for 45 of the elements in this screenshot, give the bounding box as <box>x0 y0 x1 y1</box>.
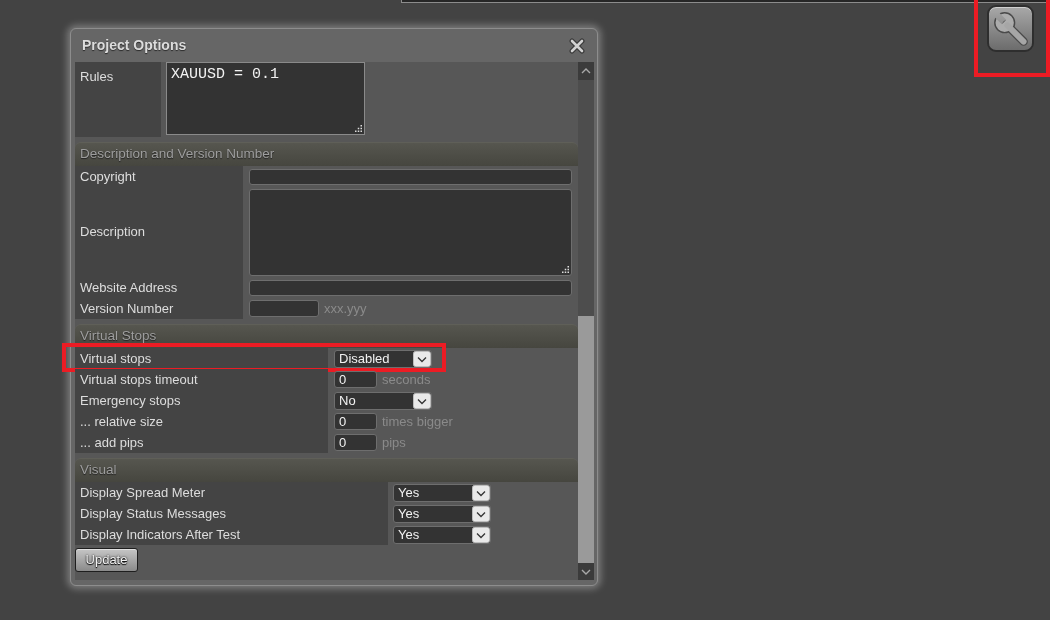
wrench-icon <box>992 10 1029 47</box>
field-label: Virtual stops timeout <box>75 369 328 390</box>
chevron-down-icon <box>413 350 431 367</box>
text-field[interactable] <box>249 279 572 296</box>
section-header: Description and Version Number <box>75 142 578 166</box>
dialog-title: Project Options <box>82 36 187 55</box>
field-label: Rules <box>75 62 161 137</box>
section-header: Visual <box>75 458 578 482</box>
chevron-down-icon <box>472 526 490 543</box>
dropdown[interactable]: Disabled <box>334 349 432 368</box>
number-field[interactable]: 0 <box>334 413 377 430</box>
scrollbar-thumb[interactable] <box>578 316 594 563</box>
number-field[interactable]: 0 <box>334 371 377 388</box>
scroll-up-button[interactable] <box>578 62 594 80</box>
chevron-down-icon <box>472 484 490 501</box>
scroll-down-button[interactable] <box>578 563 594 580</box>
field-label: Copyright <box>75 166 243 187</box>
wrench-button[interactable] <box>987 5 1034 52</box>
field-label: Description <box>75 187 243 277</box>
dropdown[interactable]: Yes <box>393 525 491 544</box>
number-field[interactable]: 0 <box>334 434 377 451</box>
field-label: Display Indicators After Test <box>75 524 388 545</box>
field-label: Version Number <box>75 298 243 319</box>
field-label: ... relative size <box>75 411 328 432</box>
field-label: Emergency stops <box>75 390 328 411</box>
field-label: Virtual stops <box>75 348 328 369</box>
field-label: Display Spread Meter <box>75 482 388 503</box>
text-field[interactable] <box>249 168 572 185</box>
close-button[interactable] <box>569 37 585 54</box>
field-label: Display Status Messages <box>75 503 388 524</box>
chevron-down-icon <box>413 392 431 409</box>
field-label: ... add pips <box>75 432 328 453</box>
resize-grip-icon <box>355 125 362 132</box>
dropdown[interactable]: Yes <box>393 483 491 502</box>
resize-grip-icon <box>562 265 569 273</box>
chevron-down-icon <box>581 568 591 575</box>
text-field[interactable] <box>249 300 319 317</box>
dropdown[interactable]: No <box>334 391 432 410</box>
field-label: Website Address <box>75 277 243 298</box>
text-area[interactable] <box>249 188 572 276</box>
chevron-up-icon <box>581 68 591 74</box>
dropdown[interactable]: Yes <box>393 504 491 523</box>
chevron-down-icon <box>472 505 490 522</box>
close-icon <box>569 37 585 54</box>
text-area[interactable]: XAUUSD = 0.1 <box>166 62 365 135</box>
